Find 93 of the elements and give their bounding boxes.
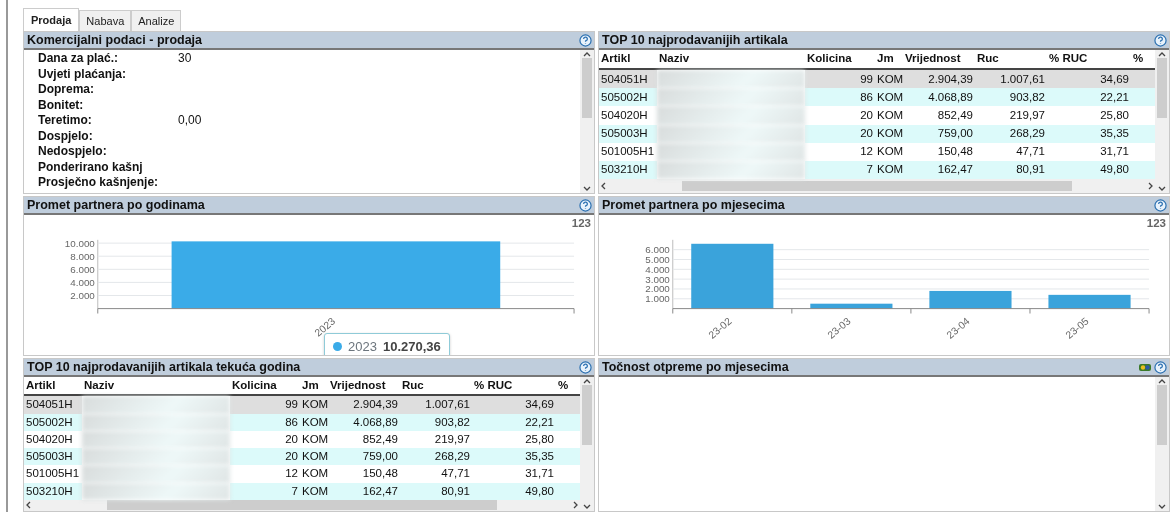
axis-tick-label: 4.000 xyxy=(70,277,95,289)
table-row[interactable]: 504020H 20 KOM 852,49 219,97 25,80 xyxy=(24,430,580,448)
field-value: 30 xyxy=(178,52,193,66)
vertical-scrollbar[interactable] xyxy=(580,377,594,511)
tooltip-label: 2023 xyxy=(348,338,377,355)
help-icon[interactable] xyxy=(1154,33,1167,47)
table-cell: 501005H1 xyxy=(24,465,82,483)
table-cell: 2.904,39 xyxy=(903,69,975,89)
vertical-scrollbar[interactable] xyxy=(1155,377,1169,511)
table-cell: 22,21 xyxy=(1047,88,1131,107)
table-row[interactable]: 505003H 20 KOM 759,00 268,29 35,35 xyxy=(599,124,1155,143)
table-row[interactable]: 503210H 7 KOM 162,47 80,91 49,80 xyxy=(599,160,1155,179)
table-cell: 759,00 xyxy=(328,448,400,466)
y-axis xyxy=(97,239,99,310)
table-cell: 268,29 xyxy=(400,448,472,466)
field-label: Teretimo: xyxy=(38,114,93,128)
table-cell: KOM xyxy=(875,106,903,125)
table-cell: 35,35 xyxy=(472,448,556,466)
tab[interactable]: Nabava xyxy=(79,9,132,31)
field-value: 0,00 xyxy=(178,114,203,128)
table-row[interactable]: 503210H 7 KOM 162,47 80,91 49,80 xyxy=(24,482,580,500)
table-cell: 99 xyxy=(805,69,875,89)
table-row[interactable]: 501005H1 12 KOM 150,48 47,71 31,71 xyxy=(24,465,580,483)
y-axis xyxy=(672,239,674,310)
help-icon[interactable] xyxy=(1154,360,1167,374)
panel-title: Točnost otpreme po mjesecima xyxy=(601,359,790,376)
table-cell: 504051H xyxy=(599,69,657,89)
table-row[interactable]: 505002H 86 KOM 4.068,89 903,82 22,21 xyxy=(599,88,1155,107)
table-cell: 4.068,89 xyxy=(903,88,975,107)
axis-tick-label: 2.000 xyxy=(70,290,95,302)
scrollbar-thumb[interactable] xyxy=(1157,385,1167,445)
field-label: Nedospjelo: xyxy=(38,145,108,159)
help-icon[interactable] xyxy=(579,198,592,212)
table-cell: 20 xyxy=(230,448,300,466)
table-cell: 34,69 xyxy=(1047,69,1131,89)
scrollbar-thumb[interactable] xyxy=(582,58,592,118)
vertical-scrollbar[interactable] xyxy=(1155,50,1169,193)
field-label: Prosječno kašnjenje: xyxy=(38,176,160,190)
scrollbar-thumb[interactable] xyxy=(107,500,497,511)
axis-tick-label: 2.000 xyxy=(645,283,670,295)
table-cell: 505003H xyxy=(24,448,82,466)
panel-title: TOP 10 najprodavanijih artikala xyxy=(601,32,789,49)
table-cell: KOM xyxy=(300,448,328,466)
horizontal-scrollbar[interactable] xyxy=(599,179,1155,193)
toolbar-icon[interactable] xyxy=(1138,361,1152,373)
axis-tick-label: 1.000 xyxy=(645,293,670,305)
table-row[interactable]: 505002H 86 KOM 4.068,89 903,82 22,21 xyxy=(24,413,580,431)
table-cell: 852,49 xyxy=(903,106,975,125)
table-cell: KOM xyxy=(875,69,903,89)
field-label: Doprema: xyxy=(38,83,95,97)
table-cell: 504020H xyxy=(599,106,657,125)
scrollbar-thumb[interactable] xyxy=(1157,58,1167,118)
table-cell: 903,82 xyxy=(975,88,1047,107)
panel-title: Komercijalni podaci - prodaja xyxy=(26,32,204,49)
table-cell: 20 xyxy=(805,106,875,125)
axis-tick-label: 10.000 xyxy=(64,237,95,249)
help-icon[interactable] xyxy=(579,360,592,374)
table-row[interactable]: 504051H 99 KOM 2.904,39 1.007,61 34,69 xyxy=(24,395,580,414)
table-cell: KOM xyxy=(875,88,903,107)
field-label: Ponderirano kašnj xyxy=(38,160,144,174)
axis-tick-label: 8.000 xyxy=(70,250,95,262)
tab[interactable]: Analize xyxy=(131,9,182,31)
axis-tick-label: 6.000 xyxy=(70,264,95,275)
panel-title: Promet partnera po godinama xyxy=(26,197,206,214)
number-format-button[interactable]: 123 xyxy=(568,215,594,233)
table-row[interactable]: 504020H 20 KOM 852,49 219,97 25,80 xyxy=(599,106,1155,125)
axis-tick-label: 3.000 xyxy=(645,273,670,285)
table-row[interactable]: 504051H 99 KOM 2.904,39 1.007,61 34,69 xyxy=(599,69,1155,89)
axis-tick-label: 6.000 xyxy=(645,244,670,256)
scrollbar-thumb[interactable] xyxy=(582,385,592,445)
field-label: Dana za plać.: xyxy=(38,52,120,66)
number-format-button[interactable]: 123 xyxy=(1143,215,1169,233)
table-cell: 505002H xyxy=(599,88,657,107)
table-cell: 25,80 xyxy=(1047,106,1131,125)
field-label: Uvjeti plaćanja: xyxy=(38,67,128,81)
axis-tick-label: 5.000 xyxy=(645,254,670,266)
table-cell: 12 xyxy=(230,465,300,483)
tooltip-value: 10.270,36 xyxy=(382,338,441,355)
table-cell: 1.007,61 xyxy=(975,69,1047,89)
table-row[interactable]: 505003H 20 KOM 759,00 268,29 35,35 xyxy=(24,448,580,466)
field-label: Dospjelo: xyxy=(38,129,94,143)
field-label: Bonitet: xyxy=(38,98,85,112)
panel-title: TOP 10 najprodavanijih artikala tekuća godina xyxy=(26,359,302,376)
axis-tick-label: 4.000 xyxy=(645,264,670,275)
vertical-scrollbar[interactable] xyxy=(580,50,594,193)
panel-title: Promet partnera po mjesecima xyxy=(601,197,786,214)
help-icon[interactable] xyxy=(579,33,592,47)
tab[interactable]: Prodaja xyxy=(23,7,80,31)
table-cell: 219,97 xyxy=(975,106,1047,125)
scrollbar-thumb[interactable] xyxy=(682,181,1072,191)
help-icon[interactable] xyxy=(1154,198,1167,212)
table-cell: 86 xyxy=(805,88,875,107)
table-row[interactable]: 501005H1 12 KOM 150,48 47,71 31,71 xyxy=(599,142,1155,161)
